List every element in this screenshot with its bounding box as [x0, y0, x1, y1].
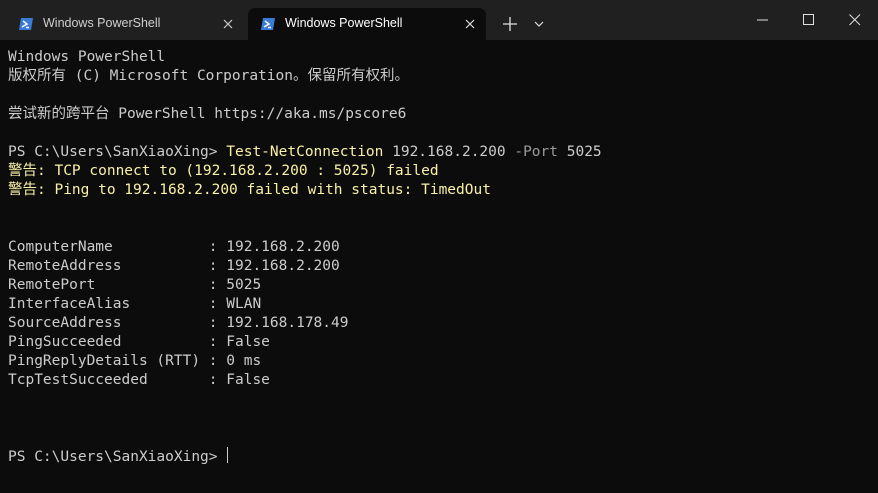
result-row: TcpTestSucceeded : False	[8, 371, 868, 390]
result-value: : WLAN	[208, 296, 262, 312]
result-row: ComputerName : 192.168.2.200	[8, 238, 868, 257]
result-key: InterfaceAlias	[8, 296, 209, 312]
minimize-icon	[757, 19, 768, 21]
maximize-icon	[803, 14, 814, 25]
header-line: Windows PowerShell	[8, 49, 166, 65]
tab-title: Windows PowerShell	[43, 16, 161, 30]
title-bar[interactable]: Windows PowerShell Windows PowerShell	[0, 0, 878, 40]
powershell-icon	[19, 18, 33, 30]
result-row: PingReplyDetails (RTT) : 0 ms	[8, 352, 868, 371]
chevron-down-icon	[534, 21, 544, 27]
result-value: : 192.168.178.49	[208, 315, 349, 331]
result-value: : 0 ms	[208, 353, 262, 369]
copyright-line: 版权所有 (C) Microsoft Corporation。保留所有权利。	[8, 68, 409, 84]
result-row: PingSucceeded : False	[8, 333, 868, 352]
command-param: -Port	[514, 144, 558, 160]
result-key: PingReplyDetails (RTT)	[8, 353, 209, 369]
terminal-window: Windows PowerShell Windows PowerShell Wi…	[0, 0, 878, 493]
plus-icon	[503, 17, 517, 31]
powershell-icon	[261, 18, 275, 30]
tab-title: Windows PowerShell	[285, 16, 403, 30]
result-row: InterfaceAlias : WLAN	[8, 295, 868, 314]
command-arg: 192.168.2.200	[383, 144, 515, 160]
result-value: : False	[208, 334, 270, 350]
close-icon[interactable]	[463, 17, 477, 31]
result-value: : False	[208, 372, 270, 388]
result-key: TcpTestSucceeded	[8, 372, 209, 388]
result-key: RemotePort	[8, 277, 209, 293]
pscore-hint-line: 尝试新的跨平台 PowerShell https://aka.ms/pscore…	[8, 106, 407, 122]
result-row: RemoteAddress : 192.168.2.200	[8, 257, 868, 276]
command-param-value: 5025	[558, 144, 602, 160]
result-row: SourceAddress : 192.168.178.49	[8, 314, 868, 333]
result-key: RemoteAddress	[8, 258, 209, 274]
prompt: PS C:\Users\SanXiaoXing>	[8, 144, 227, 160]
close-icon	[849, 14, 861, 26]
result-value: : 5025	[208, 277, 262, 293]
new-tab-button[interactable]	[495, 10, 525, 38]
tab-powershell-1[interactable]: Windows PowerShell	[6, 8, 244, 40]
maximize-button[interactable]	[786, 0, 832, 40]
warning-line: 警告: TCP connect to (192.168.2.200 : 5025…	[8, 163, 439, 179]
command-line: PS C:\Users\SanXiaoXing> Test-NetConnect…	[8, 143, 868, 162]
result-value: : 192.168.2.200	[208, 239, 340, 255]
result-row: RemotePort : 5025	[8, 276, 868, 295]
input-line[interactable]: PS C:\Users\SanXiaoXing>	[8, 447, 868, 466]
terminal-output[interactable]: Windows PowerShell 版权所有 (C) Microsoft Co…	[8, 48, 868, 488]
tab-dropdown-button[interactable]	[528, 10, 550, 38]
tab-powershell-2[interactable]: Windows PowerShell	[248, 8, 486, 40]
result-key: SourceAddress	[8, 315, 209, 331]
result-key: PingSucceeded	[8, 334, 209, 350]
minimize-button[interactable]	[740, 0, 786, 40]
cmdlet-name: Test-NetConnection	[226, 144, 384, 160]
text-cursor	[227, 447, 229, 463]
prompt: PS C:\Users\SanXiaoXing>	[8, 449, 227, 465]
result-value: : 192.168.2.200	[208, 258, 340, 274]
warning-line: 警告: Ping to 192.168.2.200 failed with st…	[8, 182, 491, 198]
result-key: ComputerName	[8, 239, 209, 255]
close-window-button[interactable]	[832, 0, 878, 40]
close-icon[interactable]	[221, 17, 235, 31]
